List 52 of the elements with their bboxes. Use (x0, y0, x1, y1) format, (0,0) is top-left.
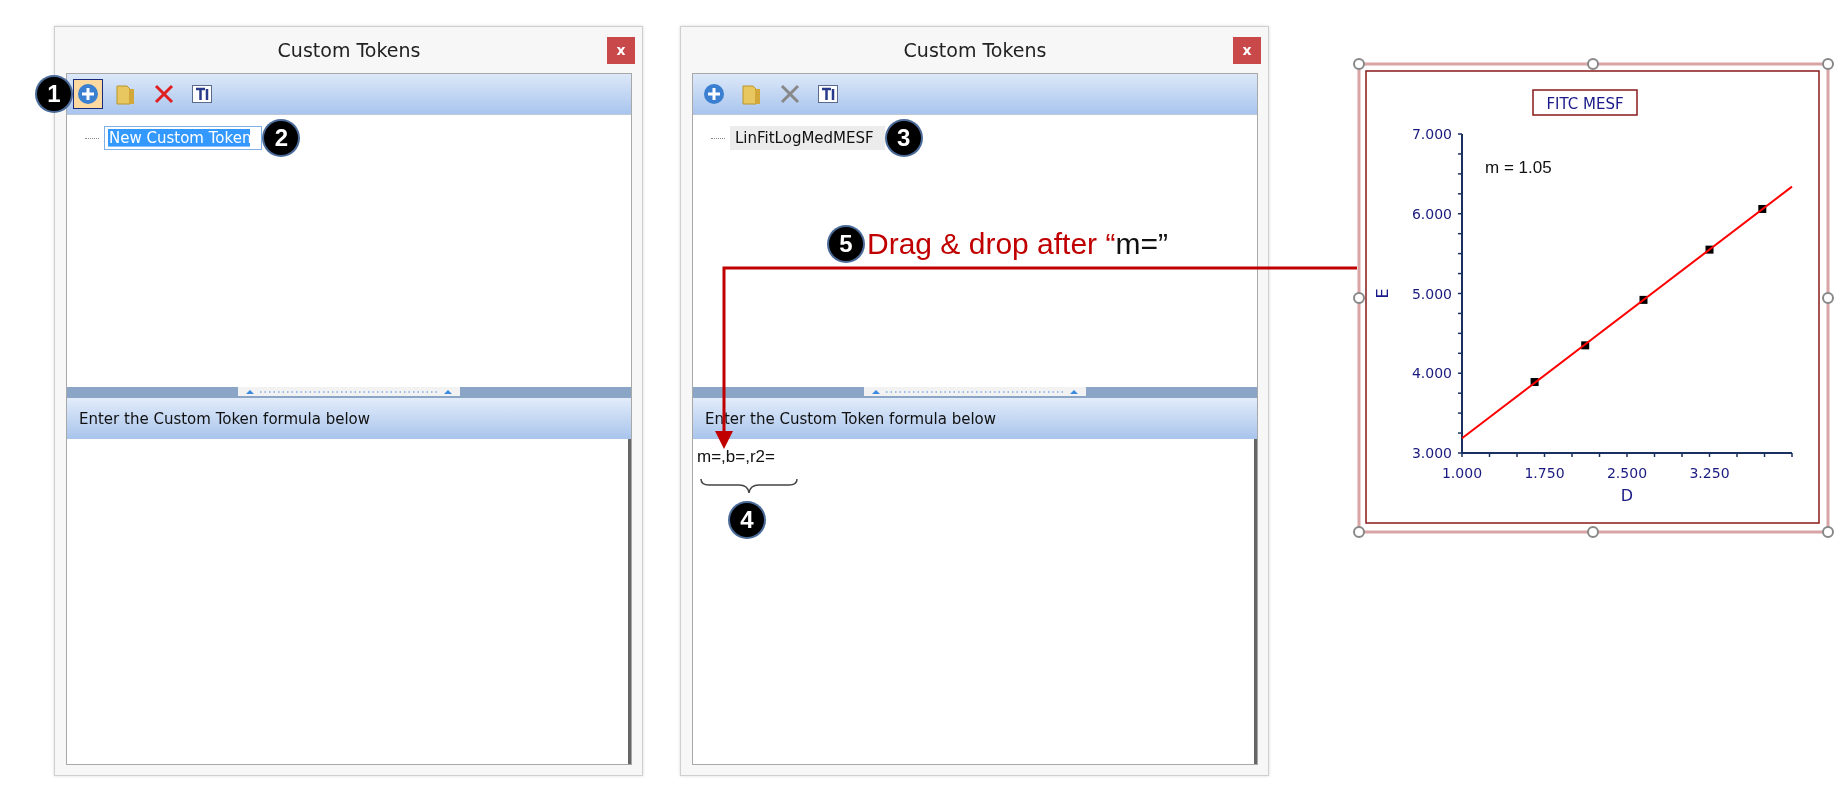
tree-item[interactable]: LinFitLogMedMESF (730, 126, 885, 150)
splitter-handle[interactable] (864, 387, 1086, 396)
number-badge: 4 (730, 503, 764, 537)
window-title: Custom Tokens (903, 39, 1047, 61)
add-tool-button[interactable] (73, 79, 103, 109)
tick-label: 3.000 (1411, 445, 1452, 461)
close-button[interactable]: x (607, 36, 635, 64)
delete-icon (779, 83, 801, 105)
number-badge: 2 (264, 121, 299, 155)
number-badge: 1 (37, 77, 71, 111)
splitter-handle[interactable] (238, 387, 460, 396)
close-button[interactable]: x (1233, 36, 1261, 64)
window-title: Custom Tokens (277, 39, 421, 61)
resize-handle[interactable] (1587, 526, 1599, 538)
data-point (1530, 378, 1539, 386)
text-icon (817, 83, 839, 105)
number-badge: 5 (829, 227, 863, 261)
tree-item[interactable]: New Custom Token (104, 126, 263, 150)
data-point (1758, 204, 1767, 213)
tick-label: 7.000 (1411, 126, 1452, 142)
chart-title: FITC MESF (1546, 95, 1624, 113)
number-badge: 3 (886, 121, 921, 155)
formula-field[interactable]: m=,b=,r2= 4 (693, 439, 1257, 764)
tick-label: 4.000 (1411, 365, 1452, 382)
tick-label: 6.000 (1411, 205, 1452, 222)
instruction-text: Drag & drop after “m=” (867, 227, 1168, 261)
resize-handle[interactable] (1353, 58, 1365, 70)
axis-label: E (1373, 288, 1392, 299)
plus-icon (703, 83, 725, 105)
resize-handle[interactable] (1822, 292, 1834, 304)
folder-icon (741, 82, 763, 106)
folder-icon (115, 82, 137, 106)
delete-icon (153, 83, 175, 105)
text-icon (191, 83, 213, 105)
axis-label: D (1620, 486, 1634, 505)
tick-label: 2.500 (1606, 465, 1648, 481)
resize-handle[interactable] (1587, 58, 1599, 70)
tick-label: 1.000 (1441, 465, 1483, 481)
resize-handle[interactable] (1822, 526, 1834, 538)
tick-label: 5.000 (1411, 285, 1452, 302)
resize-handle[interactable] (1353, 292, 1365, 304)
data-point (1705, 245, 1714, 254)
tick-label: 1.750 (1524, 465, 1565, 481)
plus-icon (77, 83, 99, 105)
resize-handle[interactable] (1822, 58, 1834, 70)
formula-header: Enter the Custom Token formula below (67, 398, 631, 439)
data-point (1639, 295, 1648, 304)
slope-annotation: m = 1.05 (1485, 158, 1552, 177)
data-point (1581, 341, 1590, 350)
tick-label: 3.250 (1689, 465, 1730, 481)
brace-icon (699, 477, 799, 495)
resize-handle[interactable] (1353, 526, 1365, 538)
